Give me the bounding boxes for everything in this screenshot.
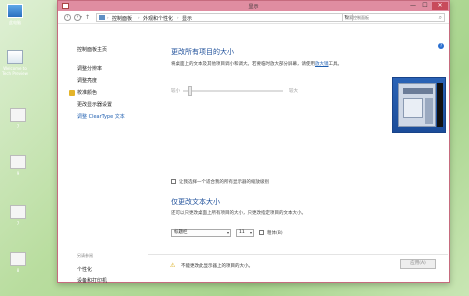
file-icon	[10, 252, 26, 266]
control-panel-icon	[99, 15, 105, 20]
file-icon	[10, 205, 26, 219]
sidebar-item-devices[interactable]: 设备和打印机	[77, 277, 107, 284]
size-select-value: 11	[239, 230, 245, 235]
sidebar-item-calibrate[interactable]: 校准颜色	[77, 89, 97, 96]
chevron-right-icon: ›	[138, 15, 140, 20]
address-bar: ‹ › ▾ ↑ › 控制面板 › 外观和个性化 › 显示 ↻ ⌕	[58, 11, 449, 24]
chevron-right-icon: ›	[177, 15, 179, 20]
sidebar-item-resolution[interactable]: 调整分辨率	[77, 65, 102, 72]
shield-icon	[69, 90, 75, 96]
breadcrumb-item[interactable]: 控制面板	[112, 15, 132, 22]
desktop-icon-label: 7	[16, 124, 20, 129]
computer-icon	[7, 4, 23, 18]
chevron-right-icon: ›	[107, 15, 109, 20]
main-content: ? 更改所有项目的大小 将桌面上的文本及其他项目调小和调大。若要临时放大部分屏幕…	[148, 25, 448, 283]
maximize-button[interactable]: ☐	[419, 2, 431, 10]
help-icon[interactable]: ?	[438, 43, 444, 49]
footer: ⚠ 不能更改此显示器上的项目的大小。 应用(A)	[148, 254, 448, 280]
item-select-value: 标题栏	[174, 230, 188, 235]
sidebar-item-brightness[interactable]: 调整亮度	[77, 77, 97, 84]
search-icon[interactable]: ⌕	[439, 14, 442, 22]
breadcrumb-item[interactable]: 显示	[182, 15, 192, 22]
chevron-down-icon: ▾	[249, 230, 252, 235]
description-text-size: 还可以只更改桌面上所有项目的大小，只更改指定项目的文本大小。	[171, 211, 306, 216]
breadcrumb-item[interactable]: 外观和个性化	[143, 15, 173, 22]
size-slider[interactable]: 较小 较大	[171, 85, 306, 97]
desc-text: 工具。	[328, 62, 343, 67]
item-select[interactable]: 标题栏 ▾	[171, 229, 231, 237]
slider-thumb[interactable]	[187, 86, 192, 96]
desktop-icon-file[interactable]: 7	[3, 108, 33, 129]
warning-text: 不能更改此显示器上的项目的大小。	[181, 264, 253, 269]
minimize-button[interactable]: —	[407, 2, 419, 10]
magnifier-link[interactable]: 放大镜	[315, 62, 329, 67]
slider-track[interactable]	[183, 90, 283, 92]
heading-text-size: 仅更改文本大小	[171, 198, 220, 206]
window-title: 显示	[248, 4, 259, 10]
see-also-heading: 另请参阅	[77, 253, 93, 258]
heading-change-size: 更改所有项目的大小	[171, 48, 234, 56]
scaling-level-checkbox[interactable]	[171, 179, 176, 184]
document-icon	[7, 50, 23, 64]
search-input[interactable]	[343, 14, 433, 21]
close-button[interactable]: ✕	[432, 2, 448, 10]
warning-icon: ⚠	[170, 262, 176, 269]
chevron-down-icon[interactable]: ▾	[80, 14, 82, 19]
search-box[interactable]: ⌕	[342, 13, 445, 22]
bold-label: 粗体(B)	[267, 231, 283, 236]
sidebar-item-display-settings[interactable]: 更改显示器设置	[77, 101, 112, 108]
desktop-icon-welcome[interactable]: Welcome to Tech Preview	[0, 50, 30, 76]
desktop-icon-label: 此电脑	[9, 20, 21, 25]
back-arrow-icon[interactable]: ‹	[64, 14, 71, 21]
desktop-icon-file[interactable]: 9	[3, 155, 33, 176]
apply-button[interactable]: 应用(A)	[400, 259, 436, 269]
sidebar-item-home[interactable]: 控制面板主页	[77, 46, 107, 53]
title-bar[interactable]: 显示 — ☐ ✕	[58, 1, 449, 11]
scaling-level-label: 让我选择一个适合我的所有显示器的缩放级别	[179, 180, 269, 185]
desktop-icon-file[interactable]: 8	[3, 252, 33, 273]
display-preview-image	[392, 77, 446, 133]
size-select[interactable]: 11 ▾	[236, 229, 254, 237]
breadcrumb[interactable]: › 控制面板 › 外观和个性化 › 显示 ↻	[96, 13, 353, 22]
desktop-icon-this-pc[interactable]: 此电脑	[0, 4, 30, 25]
slider-label-large: 较大	[289, 89, 298, 94]
desktop-icon-label: 9	[16, 171, 20, 176]
description-change-size: 将桌面上的文本及其他项目调小和调大。若要临时放大部分屏幕，请使用放大镜工具。	[171, 61, 342, 67]
bold-checkbox[interactable]	[259, 230, 264, 235]
preview-window	[398, 83, 436, 127]
desc-text: 将桌面上的文本及其他项目调小和调大。若要临时放大部分屏幕，请使用	[171, 62, 315, 67]
preview-sidebar	[437, 83, 443, 127]
desktop-icon-label: 8	[16, 268, 20, 273]
desktop-icon-label: 7	[16, 221, 20, 226]
sidebar: 控制面板主页 调整分辨率 调整亮度 校准颜色 更改显示器设置 调整 ClearT…	[58, 25, 148, 284]
chevron-down-icon: ▾	[226, 230, 229, 235]
slider-label-small: 较小	[171, 89, 180, 94]
file-icon	[10, 155, 26, 169]
up-arrow-icon[interactable]: ↑	[85, 14, 90, 21]
file-icon	[10, 108, 26, 122]
sidebar-item-personalize[interactable]: 个性化	[77, 266, 92, 273]
desktop-icon-label: Welcome to Tech Preview	[2, 66, 28, 76]
sidebar-item-cleartype[interactable]: 调整 ClearType 文本	[77, 113, 125, 120]
desktop-icon-file[interactable]: 7	[3, 205, 33, 226]
display-window: 显示 — ☐ ✕ ‹ › ▾ ↑ › 控制面板 › 外观和个性化 › 显示 ↻ …	[57, 0, 450, 284]
